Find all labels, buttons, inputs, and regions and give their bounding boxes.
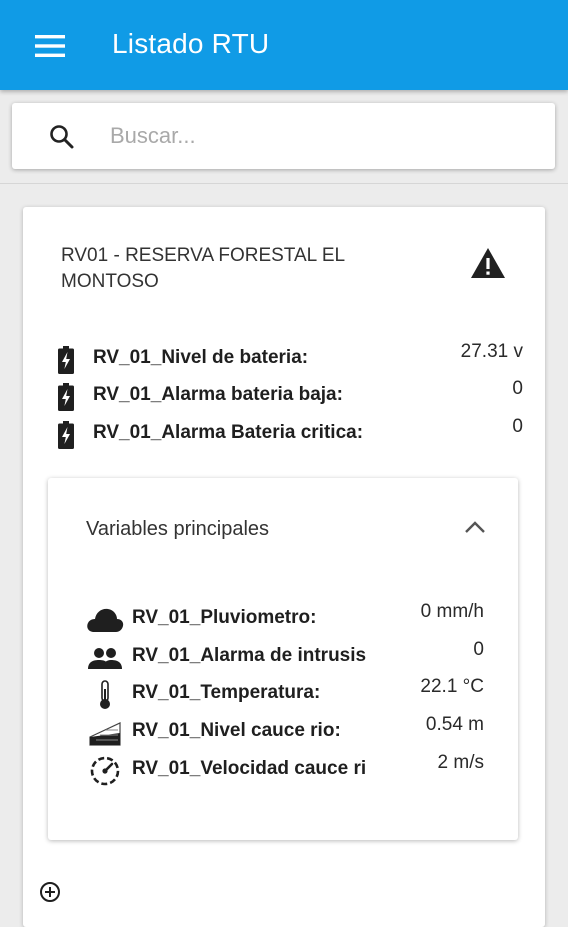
water-level-icon [86,718,124,748]
variable-row: RV_01_Alarma de intrusis 0 [86,639,484,675]
search-bar [12,103,555,169]
page-title: Listado RTU [112,28,270,59]
battery-row: RV_01_Alarma Bateria critica: 0 [55,416,523,452]
battery-row: RV_01_Alarma bateria baja: 0 [55,378,523,414]
battery-value: 27.31 v [460,341,523,362]
battery-label: RV_01_Alarma Bateria critica: [93,422,364,443]
add-circle-icon[interactable] [38,880,62,904]
panel-title: Variables principales [86,518,270,540]
menu-icon [35,35,65,57]
variable-label: RV_01_Velocidad cauce ri [132,758,367,779]
variable-row: RV_01_Nivel cauce rio: 0.54 m [86,714,484,750]
battery-charging-icon [55,382,77,412]
variable-value: 0.54 m [425,714,484,735]
battery-label: RV_01_Alarma bateria baja: [93,384,343,405]
variable-label: RV_01_Nivel cauce rio: [132,720,341,741]
battery-charging-icon [55,345,77,375]
battery-value: 0 [512,416,523,437]
variable-value: 0 [473,639,484,660]
variable-row: RV_01_Velocidad cauce ri 2 m/s [86,752,484,788]
rtu-title: RV01 - RESERVA FORESTAL EL MONTOSO [61,245,345,292]
battery-charging-icon [55,420,77,450]
variable-label: RV_01_Pluviometro: [132,607,317,628]
variable-label: RV_01_Alarma de intrusis [132,645,367,666]
warning-button[interactable] [466,243,510,283]
thermometer-icon [86,680,124,710]
variable-value: 0 mm/h [420,601,484,622]
chevron-up-icon[interactable] [460,512,490,542]
battery-label: RV_01_Nivel de bateria: [93,347,309,368]
search-input[interactable] [110,115,530,157]
app-bar: Listado RTU [0,0,568,90]
speedometer-icon [86,756,124,786]
header-divider [0,183,568,184]
variable-label: RV_01_Temperatura: [132,682,321,703]
search-icon[interactable] [48,123,76,151]
variable-row: RV_01_Pluviometro: 0 mm/h [86,601,484,637]
people-icon [86,643,124,673]
cloud-icon [86,605,124,635]
rtu-card[interactable]: RV01 - RESERVA FORESTAL EL MONTOSO RV_01… [23,207,545,927]
battery-value: 0 [512,378,523,399]
menu-button[interactable] [22,22,78,70]
variable-row: RV_01_Temperatura: 22.1 °C [86,676,484,712]
warning-icon [471,248,505,278]
variable-value: 22.1 °C [420,676,484,697]
variables-panel: Variables principales RV_01_Pluviometro:… [48,478,518,840]
variable-value: 2 m/s [437,752,484,773]
battery-row: RV_01_Nivel de bateria: 27.31 v [55,341,523,377]
panel-header[interactable]: Variables principales [48,478,518,578]
